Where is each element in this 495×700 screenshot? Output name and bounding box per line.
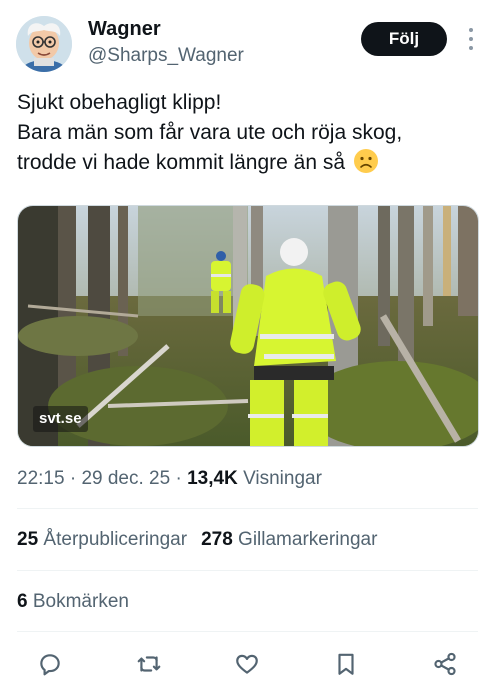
- post-text: Sjukt obehagligt klipp! Bara män som får…: [17, 88, 479, 178]
- meta-separator: ·: [69, 468, 77, 489]
- divider: [17, 631, 478, 632]
- post-page: Wagner @Sharps_Wagner Följ Sjukt obehagl…: [0, 0, 495, 700]
- repost-icon[interactable]: [134, 649, 164, 679]
- post-header: Wagner @Sharps_Wagner Följ: [14, 14, 481, 76]
- likes-label: Gillamarkeringar: [238, 529, 378, 550]
- reply-icon[interactable]: [35, 649, 65, 679]
- more-dot: [469, 28, 473, 32]
- reposts-stat[interactable]: 25 Återpubliceringar: [17, 529, 187, 550]
- views-label: Visningar: [243, 468, 322, 489]
- more-options-icon[interactable]: [463, 24, 479, 54]
- avatar[interactable]: [16, 16, 72, 72]
- post-line-1: Sjukt obehagligt klipp!: [17, 91, 222, 114]
- more-dot: [469, 46, 473, 50]
- post-date[interactable]: 29 dec. 25: [81, 468, 170, 489]
- bookmark-icon[interactable]: [331, 649, 361, 679]
- post-line-3-text: trodde vi hade kommit längre än så: [17, 151, 346, 174]
- author-name[interactable]: Wagner: [88, 18, 161, 41]
- like-icon[interactable]: [232, 649, 262, 679]
- bookmarks-count: 6: [17, 591, 28, 612]
- bookmarks-label: Bokmärken: [32, 591, 129, 612]
- meta-separator: ·: [175, 468, 182, 489]
- action-bar: [0, 645, 495, 683]
- cartoon-avatar-icon: [16, 16, 72, 72]
- more-dot: [469, 37, 473, 41]
- post-line-2: Bara män som får vara ute och röja skog,: [17, 121, 403, 144]
- author-handle[interactable]: @Sharps_Wagner: [88, 45, 244, 67]
- svt-watermark: svt.se: [33, 406, 88, 432]
- divider: [17, 570, 478, 571]
- post-meta: 22:15 · 29 dec. 25 · 13,4K Visningar: [17, 468, 322, 490]
- frowning-face-icon: [354, 149, 379, 173]
- views-count: 13,4K: [187, 468, 238, 489]
- post-line-3: trodde vi hade kommit längre än så: [17, 148, 479, 178]
- bookmarks-stat[interactable]: 6 Bokmärken: [17, 591, 129, 613]
- likes-stat[interactable]: 278 Gillamarkeringar: [201, 529, 377, 550]
- likes-count: 278: [201, 529, 233, 550]
- reposts-label: Återpubliceringar: [43, 529, 188, 550]
- engagement-stats: 25 Återpubliceringar 278 Gillamarkeringar: [17, 529, 377, 551]
- follow-button[interactable]: Följ: [361, 22, 447, 56]
- reposts-count: 25: [17, 529, 39, 550]
- post-time[interactable]: 22:15: [17, 468, 65, 489]
- share-icon[interactable]: [430, 649, 460, 679]
- divider: [17, 508, 478, 509]
